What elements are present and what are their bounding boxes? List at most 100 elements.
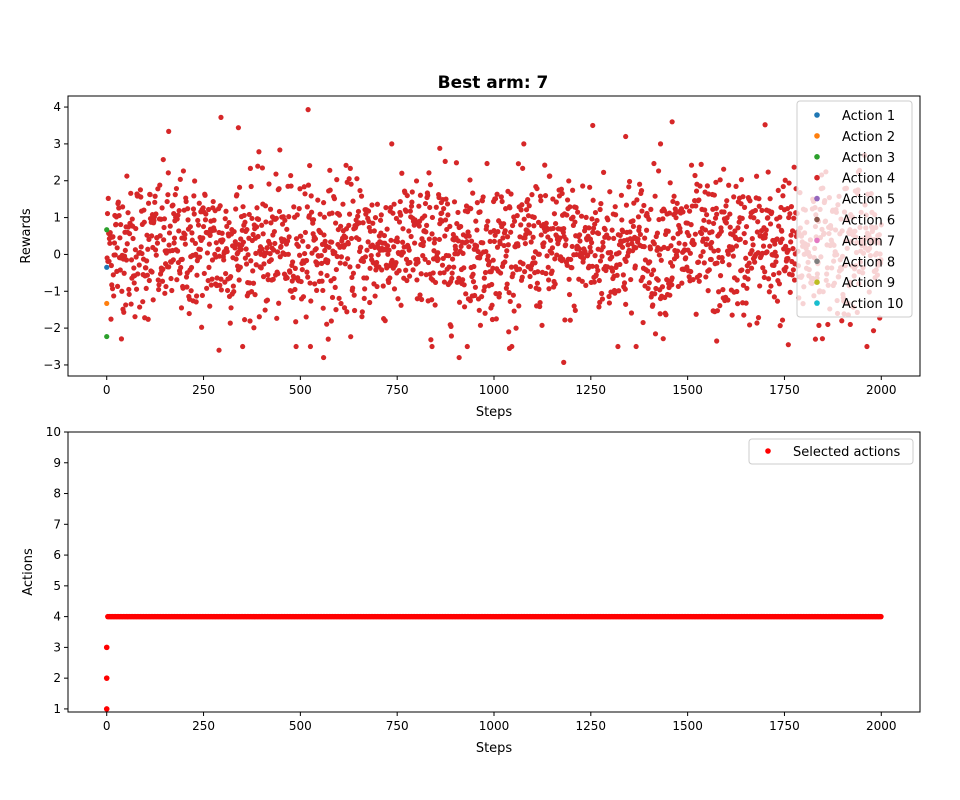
reward-point-action-4 [780,193,786,199]
reward-point-action-4 [176,228,182,234]
reward-point-action-4 [265,272,271,278]
reward-point-action-4 [724,198,730,204]
legend-label-action-1: Action 1 [842,109,895,124]
reward-point-action-4 [708,256,714,263]
reward-point-action-4 [302,229,308,236]
reward-point-action-4 [489,281,495,288]
reward-point-action-4 [396,268,402,274]
reward-point-action-4 [256,314,262,320]
reward-point-action-4 [747,322,753,328]
y-tick-label: 8 [53,487,61,501]
reward-point-action-4 [105,195,111,201]
reward-point-action-4 [719,258,726,265]
reward-point-action-4 [302,191,308,197]
reward-point-action-4 [490,257,496,263]
reward-point-action-4 [515,243,521,249]
reward-point-action-4 [241,317,248,323]
reward-point-action-4 [266,181,272,187]
reward-point-action-4 [538,198,544,204]
reward-point-action-4 [590,122,596,129]
reward-point-action-4 [201,270,207,277]
reward-point-action-4 [647,246,654,252]
reward-point-action-4 [614,272,620,278]
reward-point-action-4 [243,246,249,252]
reward-point-action-4 [682,241,688,247]
reward-point-action-4 [655,277,661,283]
reward-point-action-4 [542,193,549,199]
reward-point-action-4 [256,149,262,155]
reward-point-action-4 [764,249,770,255]
reward-point-action-4 [195,222,202,228]
reward-point-action-4 [515,161,521,167]
reward-point-action-4 [137,187,144,193]
reward-point-action-4 [166,264,172,270]
reward-point-action-4 [137,304,143,310]
reward-point-action-4 [222,216,228,222]
reward-point-action-4 [138,244,144,250]
rewards-legend: Action 1 Action 2 Action 3 Action 4 Action 5… [796,100,913,318]
reward-point-action-4 [443,196,449,202]
reward-point-action-4 [325,258,331,264]
reward-point-action-4 [619,244,626,250]
reward-point-action-4 [559,190,565,197]
reward-point-action-4 [527,273,533,280]
y-tick-label: 4 [53,100,61,114]
reward-point-action-4 [322,247,328,254]
reward-point-action-4 [864,343,870,350]
reward-point-action-4 [123,302,129,308]
legend-marker-action-9 [814,279,820,286]
reward-point-action-4 [164,198,170,205]
reward-point-action-4 [231,228,237,235]
reward-point-action-4 [461,265,467,271]
reward-point-action-4 [274,315,280,321]
reward-point-action-4 [202,192,208,198]
reward-point-action-4 [746,260,752,266]
reward-point-action-4 [633,343,639,350]
reward-point-action-4 [303,257,310,264]
reward-point-action-4 [619,217,625,223]
reward-point-action-4 [369,202,375,208]
reward-point-action-4 [637,231,643,238]
reward-point-action-4 [307,280,313,286]
reward-point-action-4 [596,304,602,310]
reward-point-action-4 [259,165,266,171]
reward-point-action-4 [338,223,344,229]
reward-point-action-4 [255,163,261,169]
rewards-y-ticks: −3 −2 −1 0 1 2 3 4 [43,100,68,372]
reward-point-action-4 [286,234,292,240]
reward-point-action-4 [547,237,554,243]
reward-point-action-4 [267,206,274,212]
legend-label-action-6: Action 6 [842,214,895,229]
reward-point-action-4 [409,189,415,195]
reward-point-action-4 [726,262,732,268]
reward-point-action-4 [348,235,355,242]
reward-point-action-4 [324,321,330,327]
reward-point-action-4 [209,276,215,282]
x-tick-label: 1500 [672,383,703,397]
reward-point-action-4 [329,239,335,245]
reward-point-action-4 [276,186,282,192]
reward-point-action-4 [563,236,569,243]
reward-point-action-4 [588,240,595,246]
reward-point-action-4 [418,296,425,303]
reward-point-action-4 [466,233,472,239]
reward-point-action-4 [464,238,470,245]
reward-point-action-4 [506,329,512,335]
reward-point-action-4 [149,233,155,239]
reward-point-action-4 [734,301,741,307]
reward-point-action-4 [154,240,161,246]
reward-point-action-4 [149,269,155,275]
reward-point-action-4 [638,188,645,194]
reward-point-action-4 [378,212,384,218]
reward-point-action-4 [679,280,685,286]
reward-point-action-4 [785,247,791,253]
reward-point-action-4 [430,270,436,276]
reward-point-action-4 [248,258,254,264]
reward-point-action-4 [756,196,762,202]
reward-point-action-4 [287,269,293,275]
reward-point-action-4 [412,240,418,246]
reward-point-action-4 [669,263,676,269]
reward-point-action-4 [785,342,791,348]
reward-point-action-4 [572,307,578,314]
reward-point-action-4 [442,158,448,165]
